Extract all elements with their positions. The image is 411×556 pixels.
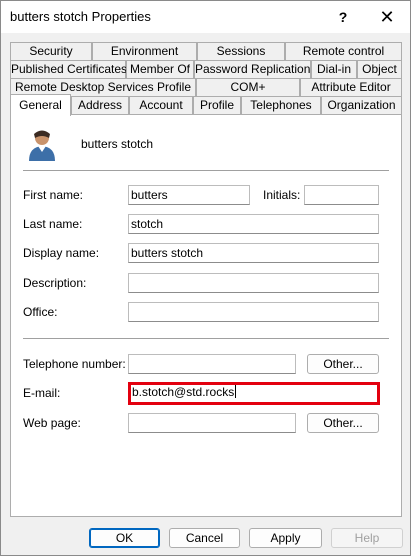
office-label: Office: bbox=[23, 305, 58, 319]
email-label: E-mail: bbox=[23, 386, 61, 400]
last-name-label: Last name: bbox=[23, 217, 83, 231]
cancel-button[interactable]: Cancel bbox=[169, 528, 240, 548]
tab-password-replication[interactable]: Password Replication bbox=[194, 60, 311, 78]
webpage-field[interactable] bbox=[128, 413, 296, 433]
tab-profile[interactable]: Profile bbox=[193, 96, 241, 114]
user-avatar-icon bbox=[29, 130, 55, 161]
initials-field[interactable] bbox=[304, 185, 379, 205]
email-value: b.stotch@std.rocks bbox=[132, 385, 235, 399]
tab-address[interactable]: Address bbox=[71, 96, 129, 114]
last-name-field[interactable]: stotch bbox=[128, 214, 379, 234]
text-caret bbox=[235, 385, 237, 398]
display-name-label: Display name: bbox=[23, 246, 100, 260]
close-icon: ✕ bbox=[379, 6, 395, 27]
tab-security[interactable]: Security bbox=[10, 42, 92, 60]
telephone-field[interactable] bbox=[128, 354, 296, 374]
close-title-button[interactable]: ✕ bbox=[365, 1, 409, 33]
tab-organization[interactable]: Organization bbox=[321, 96, 402, 114]
tab-environment[interactable]: Environment bbox=[92, 42, 197, 60]
webpage-other-button[interactable]: Other... bbox=[307, 413, 379, 433]
tab-telephones[interactable]: Telephones bbox=[241, 96, 321, 114]
user-display-header: butters stotch bbox=[81, 137, 154, 151]
description-label: Description: bbox=[23, 276, 87, 290]
description-field[interactable] bbox=[128, 273, 379, 293]
tab-remote-control[interactable]: Remote control bbox=[285, 42, 402, 60]
title-bar: butters stotch Properties ? ✕ bbox=[1, 1, 410, 33]
tab-attribute-editor[interactable]: Attribute Editor bbox=[300, 78, 402, 96]
help-title-button[interactable]: ? bbox=[321, 1, 365, 33]
general-tab-panel: butters stotch First name: butters Initi… bbox=[10, 114, 402, 517]
display-name-field[interactable]: butters stotch bbox=[128, 243, 379, 263]
ok-button[interactable]: OK bbox=[89, 528, 160, 548]
window-title: butters stotch Properties bbox=[10, 9, 151, 24]
telephone-label: Telephone number: bbox=[23, 357, 126, 371]
telephone-other-button[interactable]: Other... bbox=[307, 354, 379, 374]
divider bbox=[23, 170, 389, 171]
office-field[interactable] bbox=[128, 302, 379, 322]
tab-object[interactable]: Object bbox=[357, 60, 402, 78]
tab-published-certificates[interactable]: Published Certificates bbox=[10, 60, 127, 78]
webpage-label: Web page: bbox=[23, 416, 81, 430]
dialog-button-bar: OK Cancel Apply Help bbox=[1, 521, 410, 555]
tab-general[interactable]: General bbox=[10, 94, 71, 116]
tab-member-of[interactable]: Member Of bbox=[126, 60, 194, 78]
tab-sessions[interactable]: Sessions bbox=[197, 42, 285, 60]
tab-account[interactable]: Account bbox=[129, 96, 193, 114]
first-name-label: First name: bbox=[23, 188, 84, 202]
initials-label: Initials: bbox=[263, 188, 301, 202]
divider bbox=[23, 338, 389, 339]
email-field[interactable]: b.stotch@std.rocks bbox=[128, 382, 380, 405]
apply-button[interactable]: Apply bbox=[249, 528, 322, 548]
properties-dialog: butters stotch Properties ? ✕ Security E… bbox=[0, 0, 411, 556]
help-button[interactable]: Help bbox=[331, 528, 403, 548]
question-icon: ? bbox=[338, 9, 348, 25]
first-name-field[interactable]: butters bbox=[128, 185, 250, 205]
tab-dial-in[interactable]: Dial-in bbox=[311, 60, 357, 78]
tab-com-plus[interactable]: COM+ bbox=[196, 78, 300, 96]
